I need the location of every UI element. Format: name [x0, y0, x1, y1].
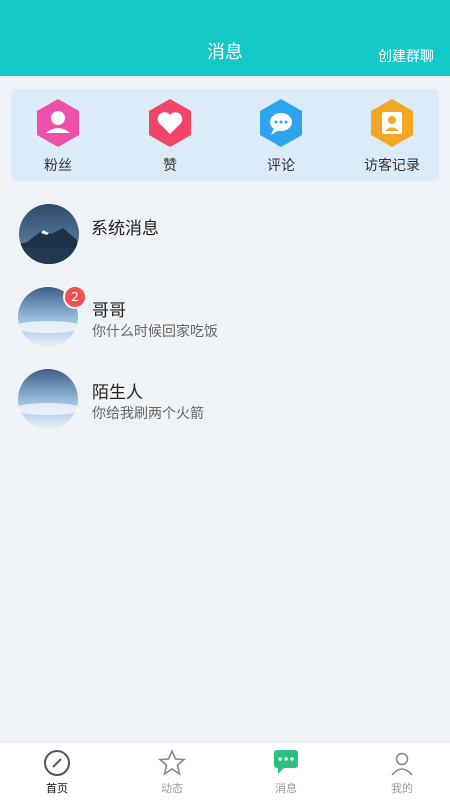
- tab-label: 首页: [46, 782, 68, 795]
- message-item-brother[interactable]: 2 哥哥 你什么时候回家吃饭: [0, 285, 450, 357]
- tab-label: 消息: [275, 782, 297, 795]
- message-name: 陌生人: [92, 383, 143, 403]
- unread-badge: 2: [63, 285, 87, 309]
- star-icon: [157, 749, 187, 776]
- tab-mine[interactable]: 我的: [357, 748, 447, 796]
- message-item-stranger[interactable]: 陌生人 你给我刷两个火箭: [0, 369, 450, 439]
- visitor-record-label: 访客记录: [364, 158, 420, 174]
- bottom-tab-bar: 首页 动态 消息 我的: [0, 741, 450, 801]
- chat-icon: [274, 750, 298, 774]
- fans-icon: [37, 99, 79, 147]
- likes-button[interactable]: 赞: [125, 97, 215, 175]
- fans-button[interactable]: 粉丝: [13, 97, 103, 175]
- profile-icon: [391, 752, 413, 776]
- message-preview: 你什么时候回家吃饭: [92, 324, 218, 340]
- top-header: 消息 创建群聊: [0, 0, 450, 76]
- tab-messages[interactable]: 消息: [241, 748, 331, 796]
- heart-icon: [149, 99, 191, 147]
- message-preview: 你给我刷两个火箭: [92, 406, 204, 422]
- avatar: [19, 204, 79, 264]
- tab-home[interactable]: 首页: [12, 748, 102, 796]
- comments-label: 评论: [267, 158, 295, 174]
- message-name: 系统消息: [91, 219, 159, 239]
- fans-label: 粉丝: [44, 158, 72, 174]
- avatar: [18, 369, 78, 429]
- likes-label: 赞: [163, 158, 177, 174]
- create-group-chat-button[interactable]: 创建群聊: [378, 46, 434, 66]
- compass-icon: [44, 750, 70, 776]
- comments-button[interactable]: 评论: [236, 97, 326, 175]
- message-item-system[interactable]: 系统消息: [0, 204, 450, 274]
- tab-label: 动态: [161, 782, 183, 795]
- message-name: 哥哥: [92, 301, 126, 321]
- visitor-record-button[interactable]: 访客记录: [347, 97, 437, 175]
- tab-label: 我的: [391, 782, 413, 795]
- visitor-icon: [371, 99, 413, 147]
- quick-actions-panel: 粉丝 赞 评论 访客记录: [11, 89, 439, 181]
- comment-icon: [260, 99, 302, 147]
- tab-dynamics[interactable]: 动态: [127, 748, 217, 796]
